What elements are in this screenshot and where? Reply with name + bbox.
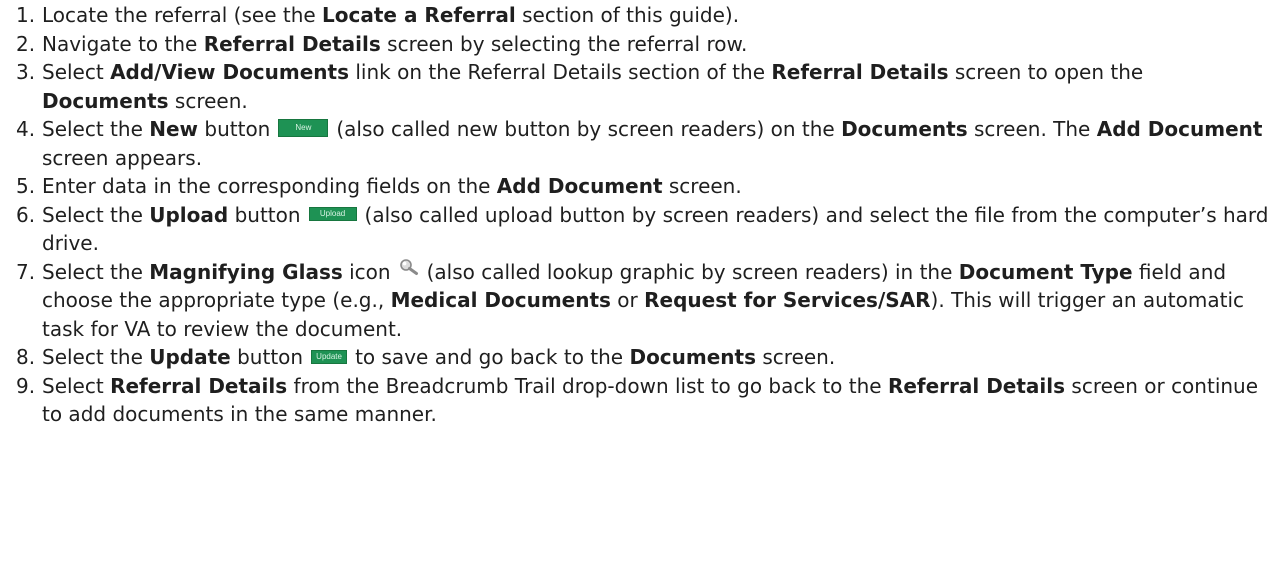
- step-text: Navigate to the Referral Details screen …: [42, 30, 1283, 59]
- step-text-part: from the Breadcrumb Trail drop-down list…: [287, 373, 888, 398]
- step-bold-term: Medical Documents: [390, 288, 611, 312]
- step-text-part: button: [228, 202, 301, 227]
- instruction-steps: 1. Locate the referral (see the Locate a…: [0, 0, 1283, 429]
- step-text: Select the Magnifying Glass icon (also ca…: [42, 258, 1283, 344]
- step-text-part: screen by selecting the referral row.: [380, 31, 748, 56]
- step-2: 2. Navigate to the Referral Details scre…: [16, 30, 1283, 59]
- step-number: 5.: [16, 174, 36, 198]
- step-3: 3. Select Add/View Documents link on the…: [16, 58, 1283, 115]
- step-text: Select the Update button Update to save an…: [42, 343, 1283, 372]
- step-7: 7. Select the Magnifying Glass icon (also…: [16, 258, 1283, 344]
- step-bold-term: New: [149, 117, 199, 141]
- step-1: 1. Locate the referral (see the Locate a…: [16, 1, 1283, 30]
- step-number: 4.: [16, 117, 36, 141]
- step-4: 4. Select the New button New (also called …: [16, 115, 1283, 172]
- step-bold-term: Referral Details: [771, 60, 949, 84]
- step-number: 7.: [16, 259, 36, 284]
- step-bold-term: Add Document: [1096, 117, 1263, 141]
- step-text: Select the New button New (also called new…: [42, 115, 1283, 172]
- step-text-part: (also called new button by screen reader…: [336, 117, 842, 141]
- step-bold-term: Locate a Referral: [322, 3, 516, 27]
- step-number: 3.: [16, 60, 36, 84]
- step-text-part: link on the Referral Details section of …: [349, 60, 772, 84]
- step-number: 9.: [16, 373, 36, 398]
- step-text: Select Referral Details from the Breadcr…: [42, 372, 1283, 429]
- step-bold-term: Documents: [42, 88, 169, 113]
- step-text-part: screen to open the: [948, 60, 1144, 84]
- step-bold-term: Referral Details: [887, 373, 1066, 398]
- step-text-part: Select the: [42, 117, 150, 141]
- step-bold-term: Documents: [629, 345, 757, 369]
- step-text-part: (also called lookup graphic by screen re…: [426, 259, 959, 284]
- step-text-part: icon: [342, 259, 391, 284]
- step-number: 2.: [16, 31, 36, 56]
- step-text: Enter data in the corresponding fields o…: [42, 172, 1283, 201]
- step-bold-term: Update: [149, 345, 231, 369]
- step-text-part: screen. The: [967, 117, 1097, 141]
- step-6: 6. Select the Upload button Upload (also c…: [16, 201, 1283, 258]
- step-text-part: screen appears.: [42, 145, 203, 170]
- step-text-part: Select: [42, 60, 111, 84]
- step-8: 8. Select the Update button Update to save…: [16, 343, 1283, 372]
- step-text: Select the Upload button Upload (also call…: [42, 201, 1283, 258]
- magnifying-glass-icon: [399, 255, 419, 284]
- step-bold-term: Referral Details: [203, 31, 381, 56]
- step-text-part: button: [230, 345, 304, 369]
- step-number: 6.: [16, 202, 36, 227]
- step-text-part: Navigate to the: [42, 31, 204, 56]
- step-text-part: Locate the referral (see the: [42, 3, 323, 27]
- new-button-image: New: [278, 118, 329, 137]
- step-9: 9. Select Referral Details from the Brea…: [16, 372, 1283, 429]
- step-number: 1.: [16, 3, 36, 27]
- step-bold-term: Referral Details: [110, 373, 288, 398]
- step-text-part: to save and go back to the: [355, 345, 630, 369]
- step-text-part: button: [198, 117, 271, 141]
- step-text: Select Add/View Documents link on the Re…: [42, 58, 1283, 115]
- step-text: Locate the referral (see the Locate a Re…: [42, 1, 1283, 30]
- step-text-part: screen.: [168, 88, 248, 113]
- step-bold-term: Add Document: [496, 174, 663, 198]
- upload-button-image: Upload: [308, 207, 357, 221]
- step-bold-term: Documents: [841, 117, 968, 141]
- step-bold-term: Add/View Documents: [110, 60, 350, 84]
- step-text-part: or: [610, 288, 645, 312]
- step-bold-term: Magnifying Glass: [149, 259, 343, 284]
- step-text-part: screen.: [662, 174, 742, 198]
- step-5: 5. Enter data in the corresponding field…: [16, 172, 1283, 201]
- step-text-part: section of this guide).: [515, 3, 740, 27]
- step-number: 8.: [16, 345, 36, 369]
- step-text-part: Select the: [42, 259, 150, 284]
- update-button-image: Update: [311, 349, 348, 364]
- step-bold-term: Document Type: [958, 259, 1133, 284]
- step-bold-term: Upload: [149, 202, 229, 227]
- step-text-part: Enter data in the corresponding fields o…: [42, 174, 497, 198]
- step-text-part: Select: [42, 373, 111, 398]
- step-bold-term: Request for Services/SAR: [644, 288, 931, 312]
- step-text-part: screen.: [756, 345, 836, 369]
- step-text-part: Select the: [42, 202, 150, 227]
- step-text-part: Select the: [42, 345, 150, 369]
